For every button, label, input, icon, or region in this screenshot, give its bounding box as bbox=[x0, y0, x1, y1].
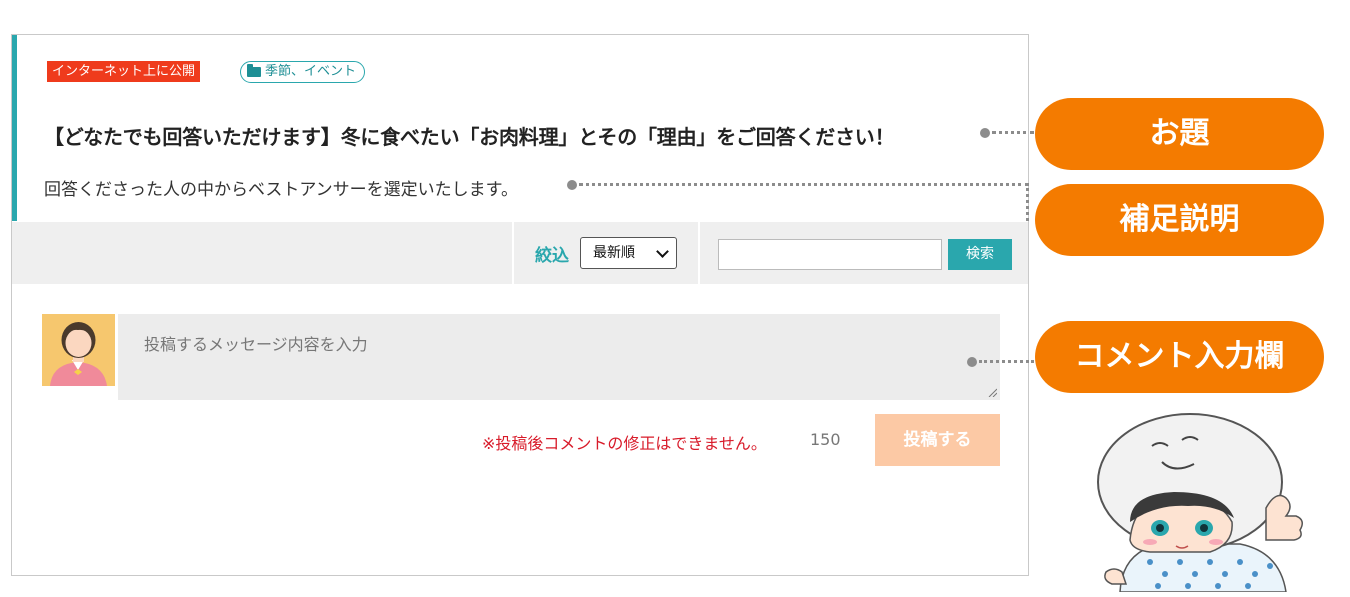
comment-placeholder: 投稿するメッセージ内容を入力 bbox=[144, 335, 368, 354]
mascot-illustration bbox=[1097, 413, 1303, 592]
topic-callout-line bbox=[992, 131, 1034, 134]
filter-label: 絞込 bbox=[535, 246, 569, 266]
question-header: インターネット上に公開 季節、イベント 【どなたでも回答いただけます】冬に食べた… bbox=[12, 35, 1028, 221]
supplement-callout: 補足説明 bbox=[1035, 184, 1324, 256]
comment-callout-dot bbox=[967, 357, 977, 367]
category-label: 季節、イベント bbox=[265, 64, 357, 79]
comment-input[interactable]: 投稿するメッセージ内容を入力 bbox=[118, 314, 1000, 400]
submit-button[interactable]: 投稿する bbox=[875, 414, 1000, 466]
comment-field-callout: コメント入力欄 bbox=[1035, 321, 1324, 393]
question-description: 回答くださった人の中からベストアンサーを選定いたします。 bbox=[44, 180, 518, 200]
category-tag[interactable]: 季節、イベント bbox=[240, 61, 366, 83]
chevron-down-icon bbox=[656, 245, 669, 258]
filter-divider bbox=[512, 222, 514, 284]
char-count: 150 bbox=[810, 430, 841, 449]
topic-callout-dot bbox=[980, 128, 990, 138]
sort-select[interactable]: 最新順 bbox=[580, 237, 677, 269]
question-title: 【どなたでも回答いただけます】冬に食べたい「お肉料理」とその「理由」をご回答くだ… bbox=[44, 125, 895, 149]
sort-select-value: 最新順 bbox=[593, 245, 635, 261]
edit-notice: ※投稿後コメントの修正はできません。 bbox=[482, 434, 767, 453]
search-input[interactable] bbox=[718, 239, 942, 270]
avatar bbox=[42, 314, 115, 386]
comment-callout-line bbox=[979, 360, 1034, 363]
resize-handle-icon[interactable] bbox=[987, 387, 997, 397]
filter-bar: 絞込 最新順 検索 bbox=[12, 222, 1028, 284]
folder-icon bbox=[247, 64, 261, 77]
search-button[interactable]: 検索 bbox=[948, 239, 1012, 270]
question-card: インターネット上に公開 季節、イベント 【どなたでも回答いただけます】冬に食べた… bbox=[11, 34, 1029, 576]
page: インターネット上に公開 季節、イベント 【どなたでも回答いただけます】冬に食べた… bbox=[0, 0, 1350, 597]
public-tag: インターネット上に公開 bbox=[47, 61, 201, 82]
supplement-callout-line-vertical bbox=[1026, 183, 1029, 221]
filter-divider bbox=[698, 222, 700, 284]
topic-callout: お題 bbox=[1035, 98, 1324, 170]
supplement-callout-line bbox=[579, 183, 1029, 186]
supplement-callout-dot bbox=[567, 180, 577, 190]
